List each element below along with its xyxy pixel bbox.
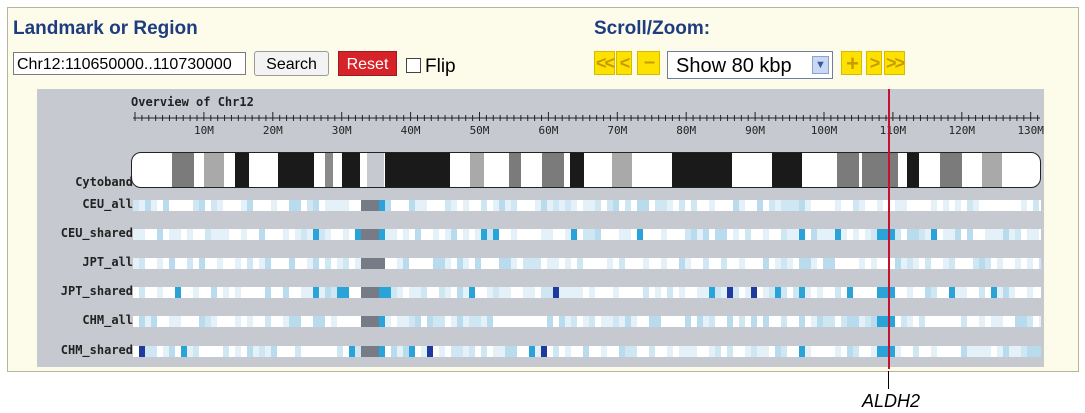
cytoband-band <box>509 153 521 187</box>
cytoband-band <box>772 153 802 187</box>
cytoband-band <box>342 153 360 187</box>
ruler-tick-label: 20M <box>262 124 283 137</box>
ruler-tick-label: 100M <box>810 124 838 137</box>
heat-cell <box>1039 287 1041 298</box>
heat-cell <box>1039 229 1041 240</box>
heat-cell <box>1039 346 1041 357</box>
ruler-tick-label: 130M <box>1017 124 1044 137</box>
cytoband-band <box>907 153 919 187</box>
ruler-tick-label: 70M <box>607 124 628 137</box>
heat-strip-ceu-all[interactable] <box>133 200 1041 211</box>
cytoband-band <box>204 153 224 187</box>
cytoband-band <box>612 153 632 187</box>
track-name-cytoband: Cytoband <box>75 175 133 189</box>
heat-strip-ceu-shared[interactable] <box>133 229 1041 240</box>
gene-pointer <box>888 371 889 389</box>
cytoband-band <box>385 153 450 187</box>
cytoband-band <box>278 153 314 187</box>
ruler-tick-label: 40M <box>400 124 421 137</box>
ruler-tick-label: 120M <box>948 124 976 137</box>
heat-cell <box>1039 200 1041 211</box>
cytoband-band <box>470 153 484 187</box>
track-name-jpt-shared: JPT_shared <box>60 284 133 298</box>
cytoband-band <box>235 153 249 187</box>
ruler-tick-label: 60M <box>538 124 559 137</box>
cytoband-band <box>325 153 333 187</box>
track-name-chm-all: CHM_all <box>82 313 133 327</box>
heat-strip-jpt-shared[interactable] <box>133 287 1041 298</box>
ruler-tick-label: 30M <box>331 124 352 137</box>
position-marker <box>888 89 890 369</box>
track-name-chm-shared: CHM_shared <box>60 343 133 357</box>
track-name-ceu-shared: CEU_shared <box>60 226 133 240</box>
heat-strip-chm-all[interactable] <box>133 316 1041 327</box>
ruler-tick-label: 110M <box>879 124 907 137</box>
cytoband-band <box>672 153 732 187</box>
gene-label: ALDH2 <box>862 391 921 411</box>
track-name-ceu-all: CEU_all <box>82 197 133 211</box>
heat-strip-chm-shared[interactable] <box>133 346 1041 357</box>
centromere <box>367 153 384 187</box>
ruler-tick-label: 10M <box>193 124 214 137</box>
cytoband-band <box>542 153 564 187</box>
ruler-tick-label: 80M <box>676 124 697 137</box>
ruler-tick-label: 90M <box>745 124 766 137</box>
cytoband-band <box>982 153 1002 187</box>
heat-cell <box>1039 316 1041 327</box>
heat-strip-jpt-all[interactable] <box>133 258 1041 269</box>
cytoband-band <box>172 153 194 187</box>
ruler-tick-label: 50M <box>469 124 490 137</box>
cytoband-band <box>570 153 584 187</box>
cytoband-band <box>837 153 859 187</box>
cytoband-ideogram[interactable] <box>131 152 1041 188</box>
cytoband-band <box>862 153 898 187</box>
heat-cell <box>1039 258 1041 269</box>
track-name-jpt-all: JPT_all <box>82 255 133 269</box>
cytoband-band <box>940 153 962 187</box>
